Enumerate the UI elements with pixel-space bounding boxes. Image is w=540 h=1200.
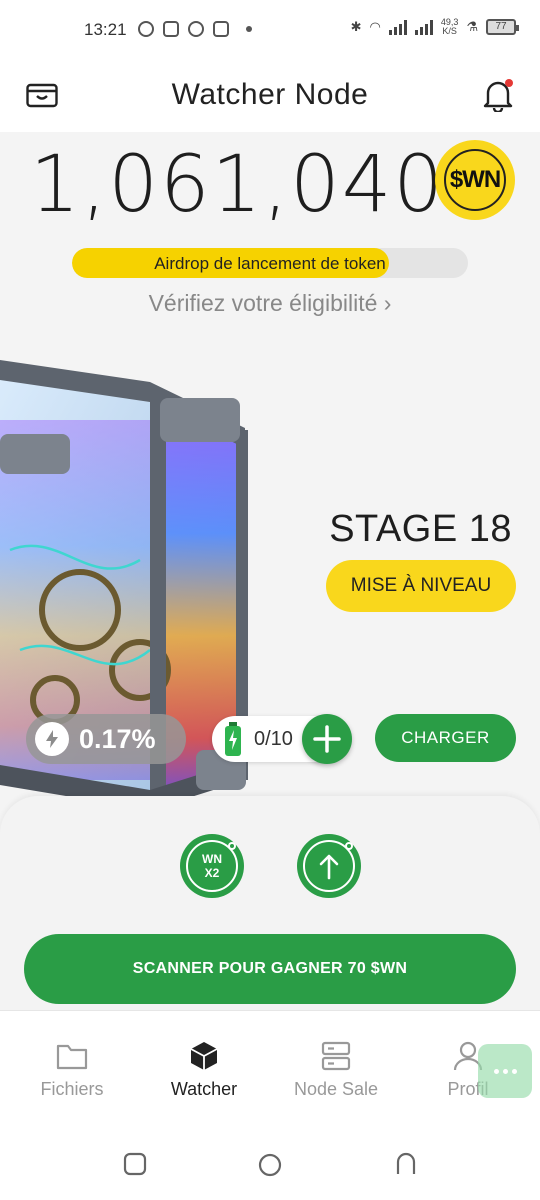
notification-icons [138,21,252,37]
wn-token-icon: $WN [435,140,515,220]
bell-icon[interactable] [482,78,514,112]
more-notifications-icon [246,26,252,32]
wifi-icon: ◠ [369,19,381,34]
messenger-icon [213,21,229,37]
status-bar: 13:21 ✱ ◠ 49,3 K/S ⚗ 77 [0,0,540,62]
system-navigation-bar [0,1130,540,1200]
network-speed: 49,3 K/S [440,17,459,36]
airdrop-label: Airdrop de lancement de token [154,254,386,273]
plus-icon [313,725,341,753]
server-icon [321,1041,351,1071]
mining-rate: 0.17% [79,723,156,754]
add-charge-button[interactable] [302,714,352,764]
lightning-icon [35,722,69,756]
nav-item-watcher[interactable]: Watcher [138,1041,270,1100]
home-icon[interactable] [257,1152,283,1178]
system-icons: ✱ ◠ 49,3 K/S ⚗ 77 [350,17,519,36]
stage-label: STAGE 18 [329,508,512,550]
facebook-icon [188,21,204,37]
flask-icon: ⚗ [466,19,478,34]
app-header: Watcher Node [0,62,540,132]
scan-button[interactable]: SCANNER POUR GAGNER 70 $WN [24,934,516,1004]
nav-item-fichiers[interactable]: Fichiers [6,1041,138,1100]
wn-x2-label: WN X2 [202,852,222,880]
charger-button[interactable]: CHARGER [375,714,516,762]
nav-label: Watcher [170,1079,238,1099]
gamepad-icon [163,21,179,37]
chat-more-button[interactable] [478,1044,532,1098]
nav-label: Node Sale [293,1079,379,1099]
battery-icon: 77 [486,19,519,35]
charge-count: 0/10 [254,728,293,750]
recent-apps-icon[interactable] [123,1152,147,1176]
arrow-up-icon [319,854,339,880]
upgrade-arrow-button[interactable] [297,834,361,898]
airdrop-progress[interactable]: Airdrop de lancement de token [72,248,468,278]
battery-charge-icon [225,722,241,756]
back-icon[interactable] [393,1150,419,1176]
mining-rate-pill: 0.17% [26,714,186,764]
app-notification-icon [138,21,154,37]
signal-icon [388,19,407,35]
wn-x2-boost-button[interactable]: WN X2 [180,834,244,898]
nav-label: Fichiers [40,1079,104,1099]
notification-badge [505,79,513,87]
eligibility-link[interactable]: Vérifiez votre éligibilité › [0,290,540,317]
token-symbol: $WN [444,149,506,211]
signal-2-icon [414,19,433,35]
page-title: Watcher Node [171,78,369,111]
upgrade-button[interactable]: MISE À NIVEAU [326,560,516,612]
cube-icon [190,1042,218,1070]
bottom-nav: Fichiers Watcher Node Sale Profil [0,1010,540,1130]
status-time: 13:21 [84,20,127,39]
bluetooth-icon: ✱ [350,19,362,34]
balance-amount: 1,061,040 [30,140,445,230]
nav-item-node-sale[interactable]: Node Sale [270,1041,402,1100]
folder-icon [56,1044,88,1070]
